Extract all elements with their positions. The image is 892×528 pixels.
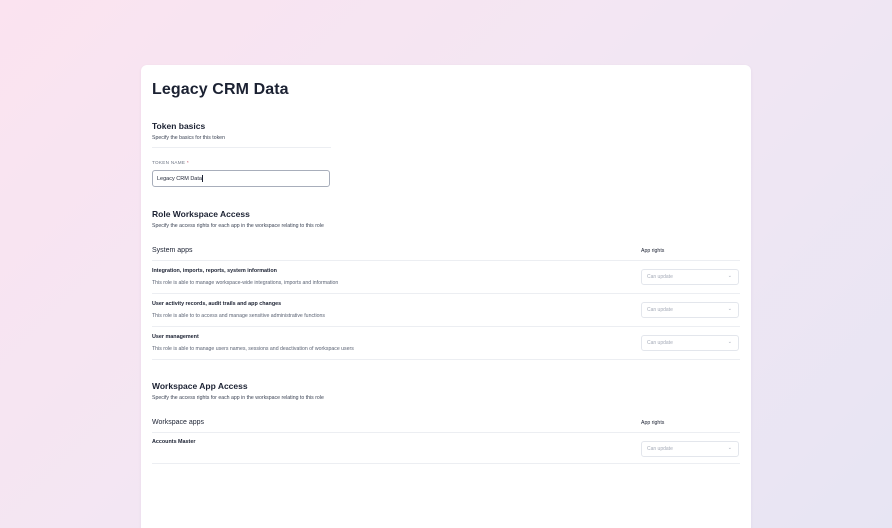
chevron-down-icon: ⌄ bbox=[727, 445, 732, 451]
system-apps-label: System apps bbox=[152, 247, 193, 254]
token-basics-title: Token basics bbox=[152, 121, 206, 131]
app-rights-select[interactable]: Can update ⌄ bbox=[641, 441, 739, 457]
token-basics-subtitle: Specify the basics for this token bbox=[152, 135, 225, 141]
divider bbox=[152, 463, 740, 464]
token-name-value: Legacy CRM Data bbox=[157, 175, 202, 182]
workspace-access-subtitle: Specify the access rights for each app i… bbox=[152, 395, 324, 401]
select-value: Can update bbox=[647, 307, 673, 313]
role-access-subtitle: Specify the access rights for each app i… bbox=[152, 223, 324, 229]
chevron-down-icon: ⌄ bbox=[727, 306, 732, 312]
app-description: This role is able to manage users names,… bbox=[152, 346, 354, 352]
app-rights-header: App rights bbox=[641, 420, 665, 426]
chevron-down-icon: ⌄ bbox=[727, 339, 732, 345]
app-rights-select[interactable]: Can update ⌄ bbox=[641, 302, 739, 318]
app-name: User activity records, audit trails and … bbox=[152, 301, 282, 307]
workspace-apps-label: Workspace apps bbox=[152, 419, 205, 426]
token-settings-card: Legacy CRM Data Token basics Specify the… bbox=[141, 65, 751, 528]
select-value: Can update bbox=[647, 340, 673, 346]
required-mark: * bbox=[186, 160, 189, 165]
app-description: This role is able to to access and manag… bbox=[152, 313, 326, 319]
table-row: User management This role is able to man… bbox=[152, 327, 740, 359]
text-caret bbox=[202, 175, 204, 182]
table-row: Accounts Master Can update ⌄ bbox=[152, 433, 740, 465]
app-description: This role is able to manage workspace-wi… bbox=[152, 280, 339, 286]
divider bbox=[152, 147, 331, 148]
app-rights-header: App rights bbox=[641, 248, 665, 254]
role-access-title: Role Workspace Access bbox=[152, 209, 250, 219]
app-name: Integration, imports, reports, system in… bbox=[152, 268, 277, 274]
page-title: Legacy CRM Data bbox=[152, 81, 289, 98]
app-name: Accounts Master bbox=[152, 439, 196, 445]
table-row: Integration, imports, reports, system in… bbox=[152, 261, 740, 293]
select-value: Can update bbox=[647, 446, 673, 452]
chevron-down-icon: ⌄ bbox=[727, 273, 732, 279]
token-name-label-text: TOKEN NAME bbox=[152, 160, 186, 165]
token-name-label: TOKEN NAME * bbox=[152, 160, 189, 165]
divider bbox=[152, 359, 740, 360]
workspace-access-title: Workspace App Access bbox=[152, 381, 248, 391]
app-rights-select[interactable]: Can update ⌄ bbox=[641, 269, 739, 285]
app-rights-select[interactable]: Can update ⌄ bbox=[641, 335, 739, 351]
token-name-input[interactable]: Legacy CRM Data bbox=[152, 170, 330, 187]
app-name: User management bbox=[152, 334, 199, 340]
select-value: Can update bbox=[647, 274, 673, 280]
table-row: User activity records, audit trails and … bbox=[152, 294, 740, 326]
